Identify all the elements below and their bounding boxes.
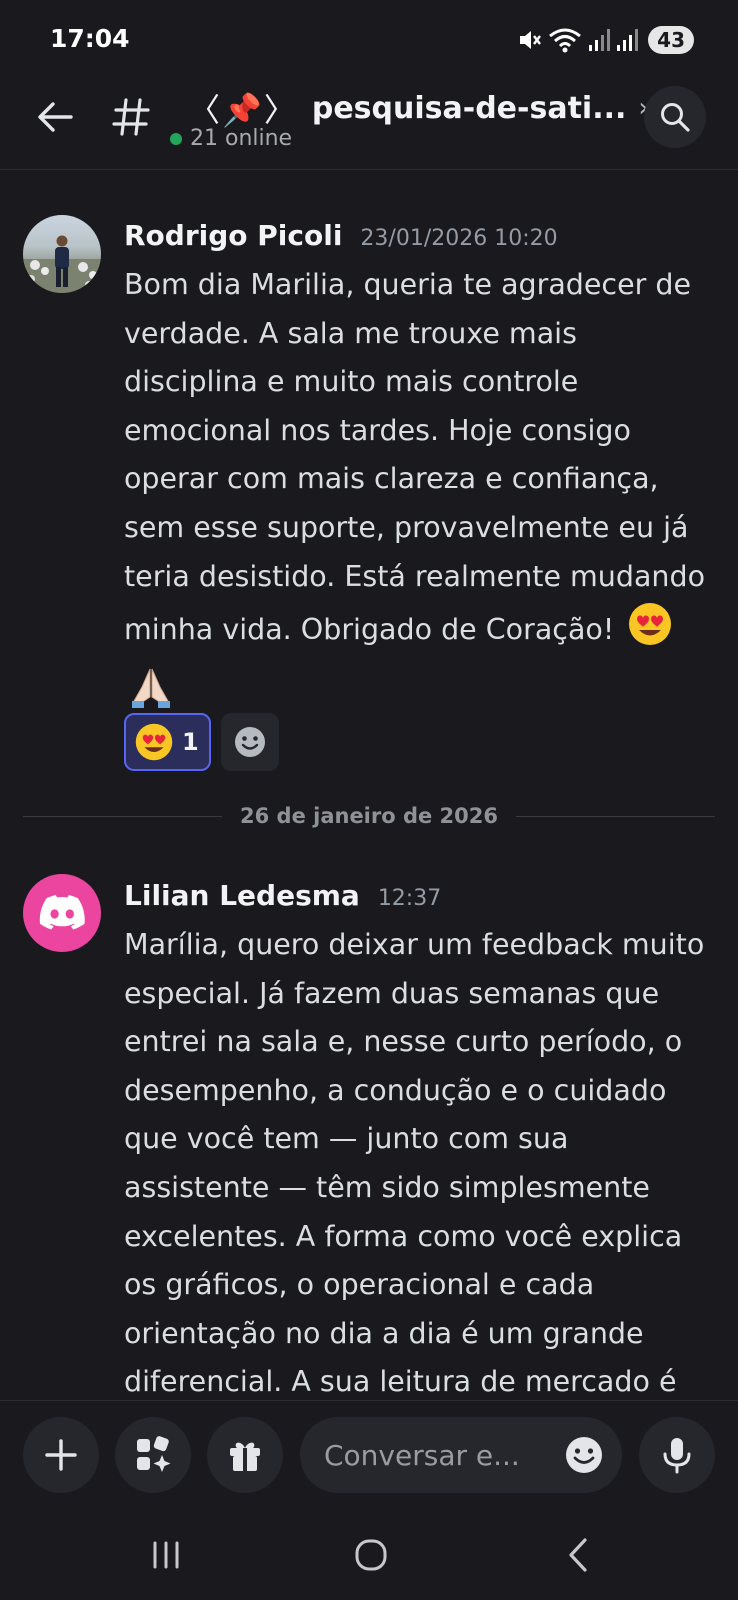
- hashtag-channel-icon: [108, 94, 154, 140]
- status-time: 17:04: [50, 24, 130, 53]
- online-count-label: 21 online: [190, 126, 293, 151]
- search-icon: [661, 103, 690, 132]
- online-dot-icon: [170, 132, 182, 145]
- message-text: Marília, quero deixar um feedback muito …: [124, 928, 705, 1399]
- message-list[interactable]: Rodrigo Picoli 23/01/2026 10:20 Bom dia …: [0, 171, 738, 1399]
- voice-message-button[interactable]: [639, 1417, 715, 1493]
- signal-icon-2: [617, 29, 639, 51]
- person-photo-icon: [23, 235, 101, 293]
- wifi-icon: [549, 28, 582, 53]
- signal-icon-1: [589, 29, 611, 51]
- avatar[interactable]: [23, 874, 101, 952]
- reaction-count: 1: [182, 728, 199, 756]
- author-name[interactable]: Lilian Ledesma: [124, 879, 360, 912]
- channel-name: pesquisa-de-sati...: [311, 90, 627, 126]
- discord-channel-screen: 17:04 43 〈📌〉 pesquisa-de-sati... › 21 on…: [0, 0, 738, 1600]
- home-icon: [355, 1539, 387, 1571]
- message-input-container: [300, 1417, 622, 1493]
- message-input[interactable]: [324, 1417, 554, 1493]
- online-count: 21 online: [170, 126, 292, 151]
- status-bar: 17:04 43: [0, 0, 738, 80]
- heart-eyes-emoji-icon: [135, 723, 173, 761]
- author-name[interactable]: Rodrigo Picoli: [124, 219, 342, 252]
- message-text: Bom dia Marilia, queria te agradecer de …: [124, 268, 706, 647]
- plus-icon: [45, 1439, 77, 1471]
- chevron-left-icon: [569, 1538, 587, 1572]
- recent-apps-icon: [153, 1541, 179, 1569]
- smiley-add-icon: [234, 727, 265, 757]
- date-divider: 26 de janeiro de 2026: [23, 801, 716, 831]
- channel-header: 〈📌〉 pesquisa-de-sati... › 21 online: [0, 80, 738, 170]
- system-navigation-bar: [0, 1510, 738, 1600]
- avatar[interactable]: [23, 215, 101, 293]
- search-button[interactable]: [644, 86, 706, 148]
- home-button[interactable]: [341, 1528, 401, 1582]
- add-reaction-button[interactable]: [220, 713, 279, 771]
- message-content: Marília, quero deixar um feedback muito …: [124, 921, 714, 1399]
- apps-sparkle-icon: [137, 1436, 171, 1472]
- divider-line: [23, 815, 222, 817]
- date-divider-label: 26 de janeiro de 2026: [240, 804, 499, 828]
- smiley-icon: [566, 1437, 602, 1473]
- message-timestamp: 12:37: [377, 886, 442, 911]
- back-button[interactable]: [32, 94, 78, 140]
- status-icons: 43: [516, 24, 694, 56]
- add-attachment-button[interactable]: [23, 1417, 99, 1493]
- message-header: Lilian Ledesma 12:37: [124, 879, 441, 912]
- reactions-row: 1: [124, 713, 279, 771]
- reaction-heart-eyes[interactable]: 1: [124, 713, 211, 771]
- message-composer: [0, 1400, 738, 1510]
- apps-button[interactable]: [115, 1417, 191, 1493]
- arrow-left-icon: [38, 102, 73, 132]
- gift-icon: [230, 1442, 260, 1471]
- mute-icon: [520, 31, 542, 49]
- message-content: Bom dia Marilia, queria te agradecer de …: [124, 261, 714, 724]
- heart-eyes-emoji-icon: [627, 601, 673, 663]
- recent-apps-button[interactable]: [136, 1528, 196, 1582]
- divider-line: [516, 815, 716, 817]
- emoji-picker-button[interactable]: [564, 1435, 604, 1475]
- system-back-button[interactable]: [548, 1528, 608, 1582]
- message-timestamp: 23/01/2026 10:20: [360, 226, 558, 251]
- message-header: Rodrigo Picoli 23/01/2026 10:20: [124, 219, 558, 252]
- gift-button[interactable]: [207, 1417, 283, 1493]
- microphone-icon: [663, 1438, 691, 1474]
- pushpin-prefix: 〈📌〉: [188, 91, 298, 129]
- battery-badge: 43: [648, 26, 694, 54]
- discord-logo-icon: [39, 895, 85, 930]
